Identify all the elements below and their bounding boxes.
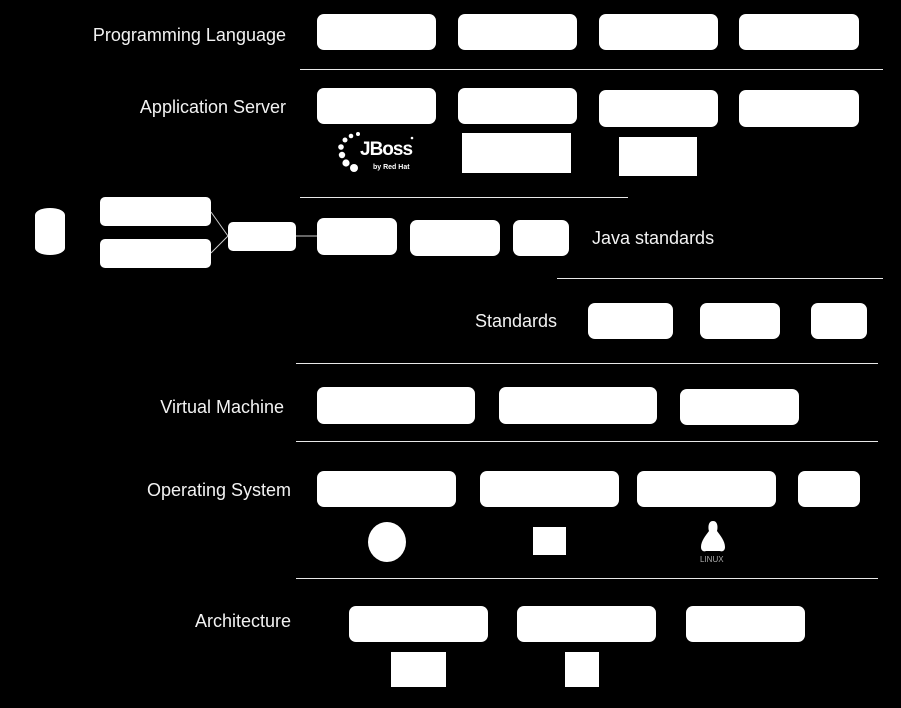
operating-system-item bbox=[798, 471, 860, 507]
standard-item bbox=[700, 303, 780, 339]
java-standard-item bbox=[513, 220, 569, 256]
operating-system-item bbox=[480, 471, 619, 507]
linux-logo: LINUX bbox=[696, 519, 730, 567]
connector-line-1 bbox=[210, 211, 229, 237]
connector-lines bbox=[210, 211, 317, 254]
os-logo-circle-icon bbox=[368, 522, 406, 562]
architecture-item bbox=[686, 606, 805, 642]
arch-logo-2 bbox=[565, 652, 599, 687]
virtual-machine-item bbox=[499, 387, 657, 424]
virtual-machine-item bbox=[680, 389, 799, 425]
architecture-item bbox=[517, 606, 656, 642]
operating-system-item bbox=[317, 471, 456, 507]
operating-system-item bbox=[637, 471, 776, 507]
java-standard-item bbox=[317, 218, 397, 255]
architecture-item bbox=[349, 606, 488, 642]
os-logo-window-icon bbox=[533, 527, 566, 555]
virtual-machine-item bbox=[317, 387, 475, 424]
standard-item bbox=[588, 303, 673, 339]
connector-line-2 bbox=[210, 235, 229, 254]
arch-logo-1 bbox=[391, 652, 446, 687]
linux-text: LINUX bbox=[700, 555, 724, 564]
standard-item bbox=[811, 303, 867, 339]
java-standard-item bbox=[410, 220, 500, 256]
tux-icon bbox=[701, 521, 725, 552]
